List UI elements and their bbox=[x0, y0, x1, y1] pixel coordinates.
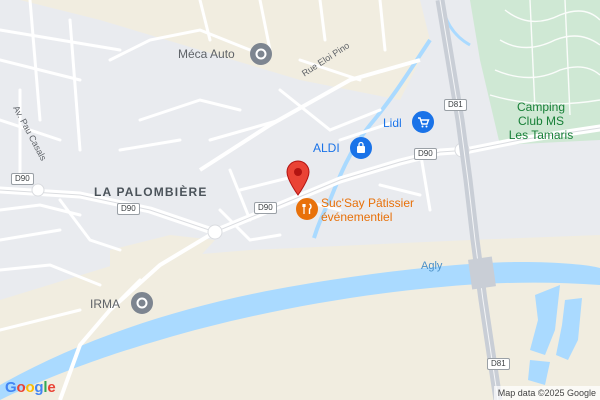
location-pin-icon[interactable] bbox=[250, 43, 272, 65]
road-shield-d81: D81 bbox=[444, 99, 467, 111]
logo-letter: g bbox=[34, 379, 44, 396]
poi-label-aldi[interactable]: ALDI bbox=[313, 141, 340, 155]
river-label-agly: Agly bbox=[421, 260, 443, 272]
poi-label-camping[interactable]: Camping Club MS Les Tamaris bbox=[502, 100, 580, 142]
poi-label-camping-line3: Les Tamaris bbox=[508, 128, 574, 142]
poi-label-camping-line1: Camping bbox=[516, 100, 566, 114]
roundabout-west bbox=[31, 183, 45, 197]
roundabout-center bbox=[207, 224, 223, 240]
logo-letter: e bbox=[47, 379, 56, 396]
poi-label-sucsay-line2: événementiel bbox=[321, 210, 393, 224]
logo-letter: o bbox=[16, 379, 26, 396]
map-canvas[interactable]: LA PALOMBIÈRE Rue Eloi Pino Av. Pau Casa… bbox=[0, 0, 600, 400]
logo-letter: G bbox=[5, 379, 17, 396]
road-shield-d90: D90 bbox=[254, 202, 277, 214]
google-logo[interactable]: Google bbox=[5, 379, 56, 396]
poi-label-sucsay-line1: Suc'Say Pâtissier bbox=[321, 196, 414, 210]
restaurant-icon[interactable] bbox=[296, 198, 318, 220]
logo-letter: o bbox=[25, 379, 35, 396]
shopping-cart-icon[interactable] bbox=[412, 111, 434, 133]
poi-label-meca-auto[interactable]: Méca Auto bbox=[178, 47, 235, 61]
road-shield-d81: D81 bbox=[487, 358, 510, 370]
location-pin-icon[interactable] bbox=[131, 292, 153, 314]
road-shield-d90: D90 bbox=[11, 173, 34, 185]
road-shield-d90: D90 bbox=[414, 148, 437, 160]
shopping-bag-icon[interactable] bbox=[350, 137, 372, 159]
place-label-la-palombiere: LA PALOMBIÈRE bbox=[94, 185, 208, 199]
poi-label-lidl[interactable]: Lidl bbox=[383, 116, 402, 130]
location-marker-icon[interactable] bbox=[286, 160, 310, 201]
poi-label-irma[interactable]: IRMA bbox=[90, 297, 120, 311]
road-shield-d90: D90 bbox=[117, 203, 140, 215]
poi-label-sucsay[interactable]: Suc'Say Pâtissier événementiel bbox=[321, 196, 414, 224]
map-attribution[interactable]: Map data ©2025 Google bbox=[493, 386, 600, 400]
poi-label-camping-line2: Club MS bbox=[517, 114, 564, 128]
